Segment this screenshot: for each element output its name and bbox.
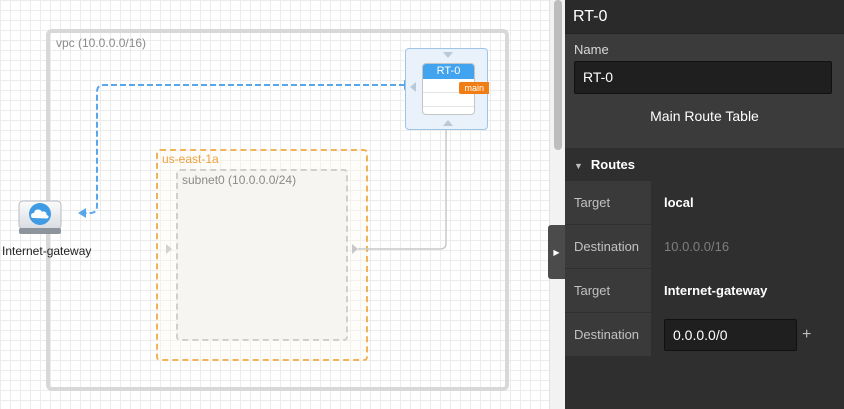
port-top-icon [443,52,453,58]
route-target-value: local [652,181,844,224]
route-destination-row: Destination 10.0.0.0/16 [565,225,844,269]
route-destination-cell: 0.0.0.0/0 + [652,313,844,356]
main-route-table-button[interactable]: Main Route Table [565,108,844,124]
scrollbar-thumb[interactable] [554,0,562,150]
route-table-title: RT-0 [423,64,474,79]
subnet-label: subnet0 (10.0.0.0/24) [182,173,297,187]
routes-header-label: Routes [590,157,635,172]
properties-section: Name RT-0 Main Route Table [565,34,844,148]
name-input[interactable]: RT-0 [574,61,832,94]
name-label: Name [574,42,609,57]
port-bottom-icon [443,120,453,126]
port-left-icon [410,82,416,92]
subnet-container[interactable]: subnet0 (10.0.0.0/24) [176,169,348,341]
routes-section-header[interactable]: ▼ Routes [565,148,844,181]
vpc-label: vpc (10.0.0.0/16) [56,36,147,50]
route-target-key: Target [565,181,651,224]
cloud-gateway-icon[interactable] [18,197,62,239]
destination-input[interactable]: 0.0.0.0/0 [664,319,797,351]
properties-panel: RT-0 Name RT-0 Main Route Table ▼ Routes … [565,0,844,409]
main-badge: main [459,82,489,94]
route-target-row: Target local [565,181,844,225]
route-table-row [423,93,474,107]
route-destination-key: Destination [565,313,651,356]
route-target-row: Target Internet-gateway [565,269,844,313]
diagram-canvas[interactable]: vpc (10.0.0.0/16) us-east-1a subnet0 (10… [0,0,549,409]
route-table-node[interactable]: RT-0 main [405,48,489,130]
add-route-icon[interactable]: + [802,313,811,357]
canvas-scrollbar[interactable] [549,0,565,409]
panel-title: RT-0 [565,0,844,34]
chevron-right-icon: ▶ [553,247,560,257]
route-target-key: Target [565,269,651,312]
route-target-value[interactable]: Internet-gateway [652,269,844,312]
availability-zone-label: us-east-1a [162,152,219,166]
caret-down-icon: ▼ [574,161,583,171]
route-destination-key: Destination [565,225,651,268]
route-destination-row: Destination 0.0.0.0/0 + [565,313,844,357]
route-destination-value: 10.0.0.0/16 [652,225,844,268]
gateway-label: Internet-gateway [2,244,92,258]
panel-toggle-button[interactable]: ▶ [548,225,565,279]
